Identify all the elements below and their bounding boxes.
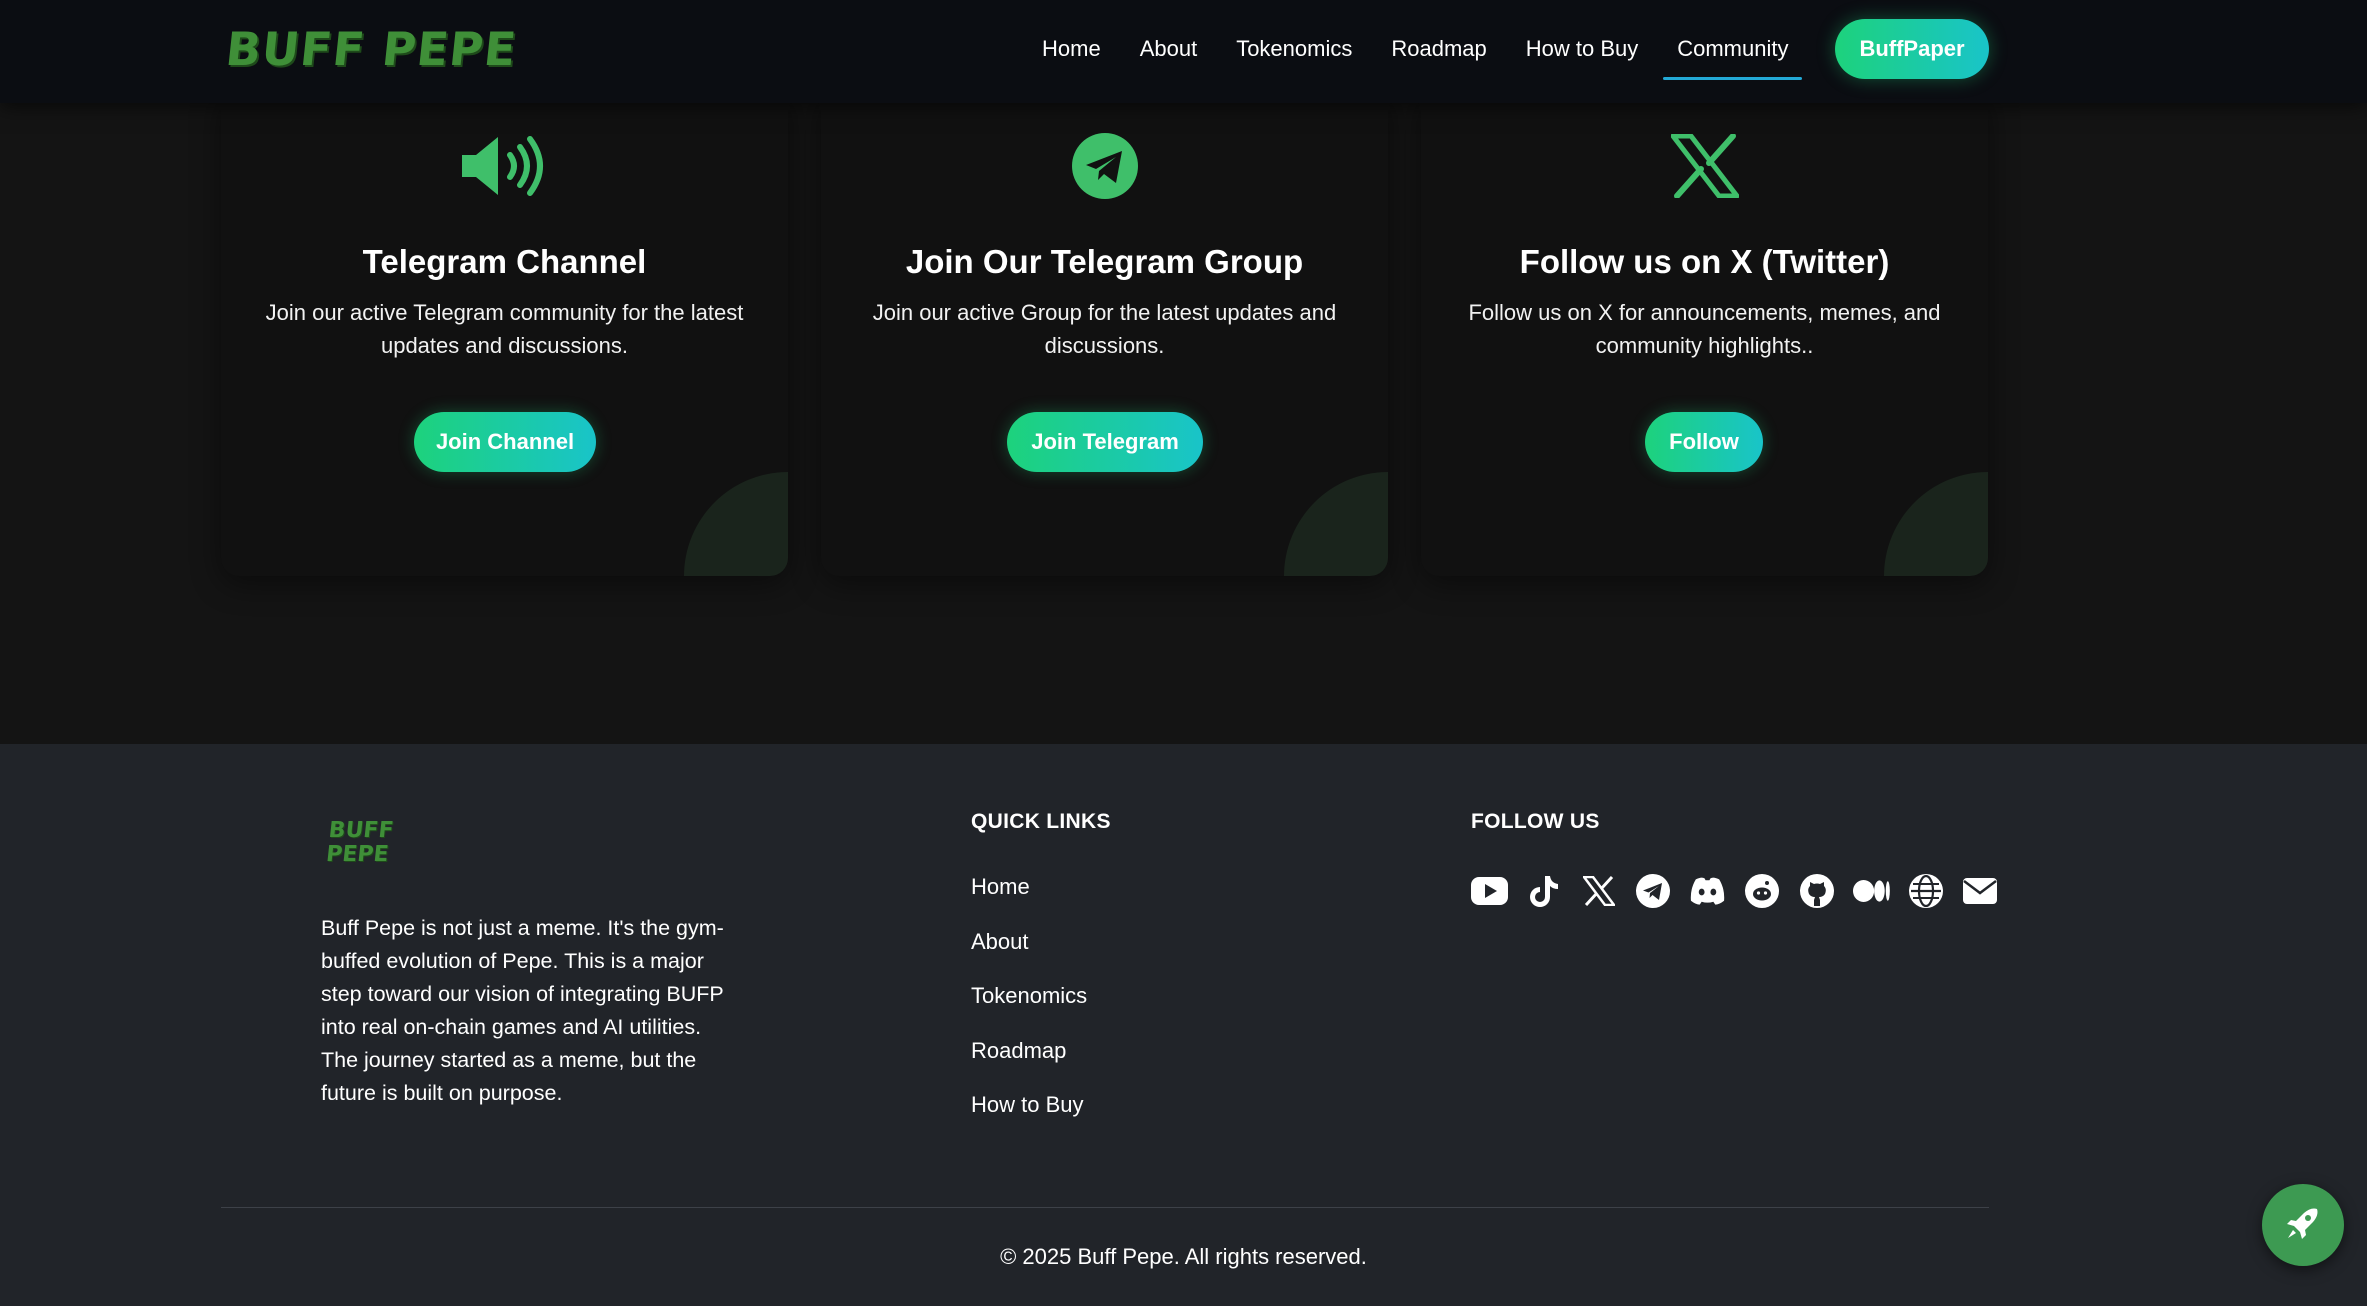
quick-links-heading: QUICK LINKS — [971, 810, 1111, 833]
discord-icon[interactable] — [1689, 873, 1726, 909]
footer-logo-line: BUFF — [327, 818, 395, 843]
scroll-to-top-button[interactable] — [2262, 1184, 2344, 1266]
card-corner-decoration — [1284, 472, 1388, 576]
email-icon[interactable] — [1962, 873, 1999, 909]
card-description: Follow us on X for announcements, memes,… — [1468, 300, 1941, 358]
nav-item-community[interactable]: Community — [1663, 0, 1803, 98]
twitter-card: Follow us on X (Twitter) Follow us on X … — [1421, 93, 1988, 576]
telegram-channel-card: Telegram Channel Join our active Telegra… — [221, 93, 788, 576]
card-corner-decoration — [1884, 472, 1988, 576]
join-telegram-button[interactable]: Join Telegram — [1007, 412, 1203, 472]
footer-about-text: Buff Pepe is not just a meme. It's the g… — [321, 916, 724, 1105]
nav-item-how-to-buy[interactable]: How to Buy — [1524, 0, 1641, 98]
follow-button[interactable]: Follow — [1645, 412, 1763, 472]
megaphone-icon — [221, 128, 788, 204]
card-corner-decoration — [684, 472, 788, 576]
nav-item-tokenomics[interactable]: Tokenomics — [1234, 0, 1354, 98]
card-description: Join our active Telegram community for t… — [265, 300, 744, 358]
nav-links: Home About Tokenomics Roadmap How to Buy… — [1040, 0, 1825, 98]
footer-link-tokenomics[interactable]: Tokenomics — [971, 981, 1087, 1036]
footer-link-roadmap[interactable]: Roadmap — [971, 1036, 1087, 1091]
social-icons — [1471, 873, 2016, 909]
globe-icon[interactable] — [1907, 873, 1944, 909]
buffpaper-button[interactable]: BuffPaper — [1835, 19, 1989, 79]
copyright-text: © 2025 Buff Pepe. All rights reserved. — [1000, 1244, 1367, 1269]
nav-item-home[interactable]: Home — [1040, 0, 1103, 98]
navbar: BUFF PEPE Home About Tokenomics Roadmap … — [0, 0, 2367, 103]
footer-divider — [221, 1207, 1989, 1208]
footer-logo-line: PEPE — [324, 842, 390, 867]
x-twitter-icon — [1421, 128, 1988, 204]
telegram-icon[interactable] — [1635, 873, 1672, 909]
x-icon[interactable] — [1580, 873, 1617, 909]
telegram-group-card: Join Our Telegram Group Join our active … — [821, 93, 1388, 576]
card-title: Telegram Channel — [362, 243, 647, 280]
nav-item-roadmap[interactable]: Roadmap — [1389, 0, 1488, 98]
footer: BUFF PEPE Buff Pepe is not just a meme. … — [0, 744, 2367, 1306]
brand-logo[interactable]: BUFF PEPE — [223, 18, 520, 80]
youtube-icon[interactable] — [1471, 873, 1508, 909]
footer-link-how-to-buy[interactable]: How to Buy — [971, 1090, 1087, 1145]
telegram-icon — [821, 128, 1388, 204]
join-channel-button[interactable]: Join Channel — [414, 412, 596, 472]
card-title: Follow us on X (Twitter) — [1519, 243, 1890, 280]
community-section: Telegram Channel Join our active Telegra… — [0, 93, 2367, 744]
card-title: Join Our Telegram Group — [905, 243, 1304, 280]
follow-us-heading: FOLLOW US — [1471, 810, 1600, 833]
footer-link-about[interactable]: About — [971, 927, 1087, 982]
medium-icon[interactable] — [1852, 873, 1890, 909]
footer-link-home[interactable]: Home — [971, 872, 1087, 927]
rocket-icon — [2283, 1203, 2323, 1248]
github-icon[interactable] — [1798, 873, 1835, 909]
card-description: Join our active Group for the latest upd… — [872, 300, 1337, 358]
quick-links-list: Home About Tokenomics Roadmap How to Buy — [971, 872, 1087, 1145]
footer-logo[interactable]: BUFF PEPE — [324, 818, 395, 875]
nav-item-about[interactable]: About — [1138, 0, 1200, 98]
tiktok-icon[interactable] — [1526, 873, 1563, 909]
reddit-icon[interactable] — [1744, 873, 1781, 909]
